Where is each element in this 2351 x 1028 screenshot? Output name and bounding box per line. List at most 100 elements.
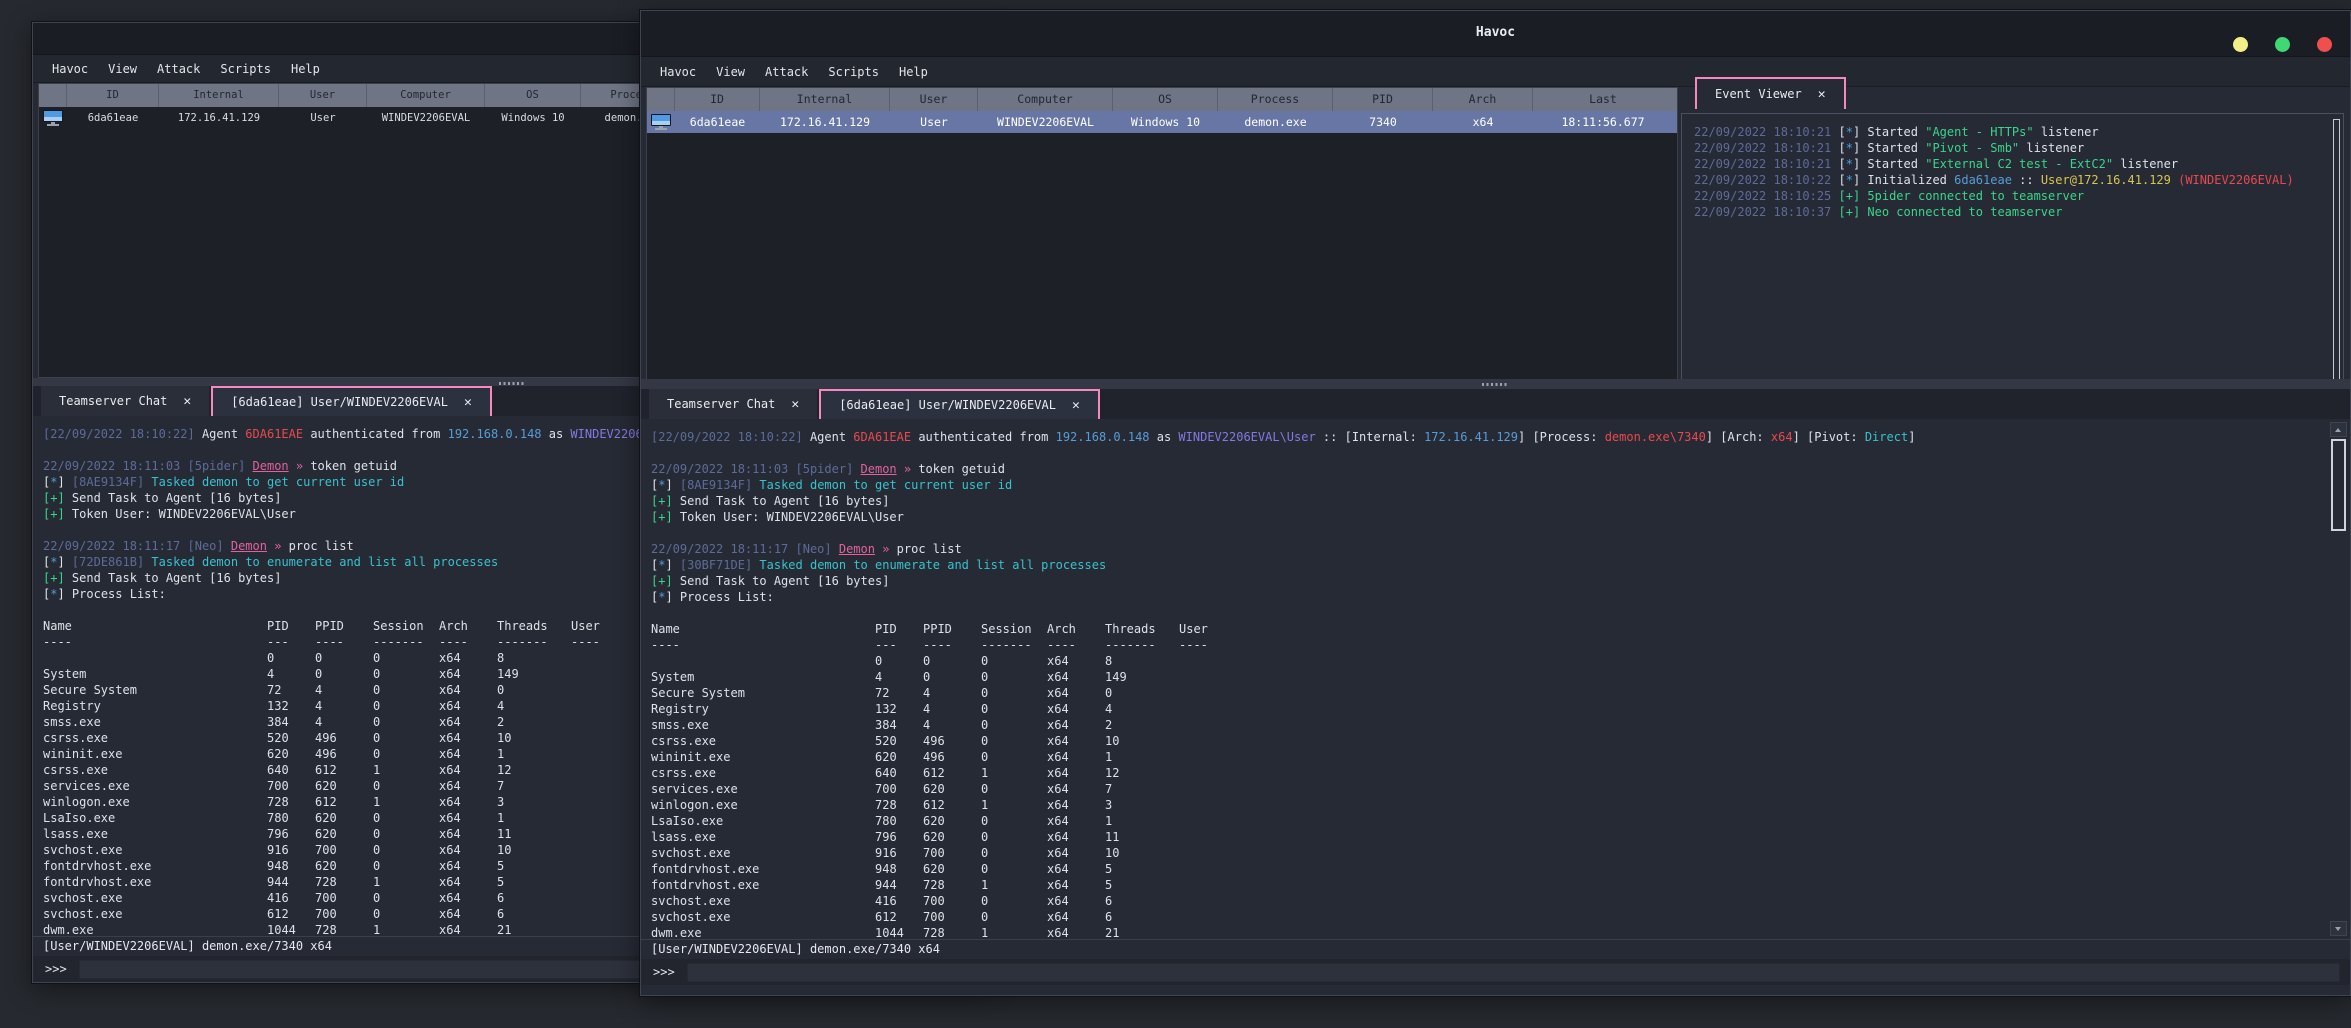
menu-help[interactable]: Help [890,62,937,82]
menu-view[interactable]: View [707,62,754,82]
agent-cell: 172.16.41.129 [779,115,870,129]
menu-scripts[interactable]: Scripts [819,62,888,82]
log-line: [*] Process List: [651,590,774,604]
column-header-pid[interactable]: PID [1333,88,1433,111]
column-header-arch[interactable]: Arch [1433,88,1533,111]
column-header-os[interactable]: OS [485,84,581,107]
close-window-button[interactable] [2317,37,2332,52]
agents-table-header: IDInternalUserComputerOSProcessPIDArchLa… [647,88,1677,111]
prompt-label: >>> [653,965,675,979]
column-header-user[interactable]: User [890,88,978,111]
column-header-internal[interactable]: Internal [159,84,279,107]
log-line: 22/09/2022 18:11:03 [5pider] Demon » tok… [651,462,1006,476]
splitter-handle[interactable] [641,379,2350,389]
agent-cell: WINDEV2206EVAL [997,115,1094,129]
maximize-button[interactable] [2275,37,2290,52]
close-icon[interactable]: ✕ [791,397,799,412]
process-row: fontdrvhost.exe 944 728 1 x64 5 [651,878,1113,892]
menu-attack[interactable]: Attack [148,59,209,79]
window-title: Havoc [1475,25,1516,40]
agent-cell: Windows 10 [1130,115,1201,129]
process-row: Secure System 72 4 0 x64 0 [651,686,1113,700]
process-row: svchost.exe 416 700 0 x64 6 [651,894,1113,908]
menu-scripts[interactable]: Scripts [211,59,280,79]
agent-cell: 6da61eae [689,115,746,129]
tab-label: [6da61eae] User/WINDEV2206EVAL [231,395,448,409]
log-line: [*] [8AE9134F] Tasked demon to get curre… [651,478,1013,492]
log-line: 22/09/2022 18:11:17 [Neo] Demon » proc l… [651,542,962,556]
process-row: dwm.exe 1044 728 1 x64 21 [651,926,1120,939]
tab-label: Teamserver Chat [59,394,168,408]
scroll-down-icon[interactable] [2330,921,2347,936]
process-list: Name PID PPID Session Arch Threads User ---- ---… [651,621,2350,939]
process-row: fontdrvhost.exe 948 620 0 x64 5 [651,862,1113,876]
column-header-internal[interactable]: Internal [760,88,890,111]
column-header-computer[interactable]: Computer [367,84,485,107]
command-input[interactable] [686,962,2340,982]
process-row: svchost.exe 612 700 0 x64 6 [651,910,1113,924]
column-header-computer[interactable]: Computer [978,88,1113,111]
column-header-last[interactable]: Last [1533,88,1673,111]
terminal-scrollbar[interactable] [2330,422,2347,936]
agent-cell: 172.16.41.129 [177,112,261,124]
log-line: 22/09/2022 18:10:25 [+] 5pider connected… [1694,189,2085,203]
process-row: Registry 132 4 0 x64 4 [651,702,1113,716]
log-line: 22/09/2022 18:10:37 [+] Neo connected to… [1694,205,2063,219]
agent-cell: x64 [1472,115,1494,129]
menu-help[interactable]: Help [282,59,329,79]
log-line: [*] [30BF71DE] Tasked demon to enumerate… [651,558,1107,572]
demon-terminal: [22/09/2022 18:10:22] Agent 6DA61EAE aut… [641,419,2350,939]
process-row: 0 0 0 x64 8 [875,654,1113,668]
prompt-row: >>> [641,959,2350,985]
column-header-id[interactable]: ID [67,84,159,107]
process-row: smss.exe 384 4 0 x64 2 [651,718,1113,732]
log-line: [+] Send Task to Agent [16 bytes] [651,494,890,508]
column-header-user[interactable]: User [279,84,367,107]
menu-havoc[interactable]: Havoc [651,62,705,82]
column-header-id[interactable]: ID [675,88,760,111]
tab[interactable]: Teamserver Chat ✕ [41,386,210,416]
scrollbar-thumb[interactable] [2331,439,2346,531]
titlebar[interactable]: Havoc [641,11,2350,57]
agent-cell: demon.exe [1244,115,1307,129]
tab-event-viewer[interactable]: Event Viewer ✕ [1695,77,1846,109]
prompt-label: >>> [45,962,67,976]
tab[interactable]: [6da61eae] User/WINDEV2206EVAL ✕ [211,386,492,416]
tab-bar: Teamserver Chat ✕ [6da61eae] User/WINDEV22… [641,389,2350,419]
close-icon[interactable]: ✕ [183,394,191,409]
menu-havoc[interactable]: Havoc [43,59,97,79]
agent-cell: 18:11:56.677 [1561,115,1645,129]
icon-column-header [647,88,675,111]
column-header-process[interactable]: Process [1218,88,1333,111]
menu-attack[interactable]: Attack [756,62,817,82]
column-header-os[interactable]: OS [1113,88,1218,111]
process-row: Name PID PPID Session Arch Threads User [651,622,1208,636]
close-icon[interactable]: ✕ [464,395,472,410]
menu-view[interactable]: View [99,59,146,79]
event-viewer: Event Viewer ✕ 22/09/2022 18:10:21 [*] S… [1681,77,2344,389]
minimize-button[interactable] [2233,37,2248,52]
log-line: 22/09/2022 18:10:21 [*] Started "Agent -… [1694,125,2099,139]
log-line: [+] Token User: WINDEV2206EVAL\User [651,510,904,524]
log-line: 22/09/2022 18:10:21 [*] Started "Pivot -… [1694,141,2085,155]
log-line: [22/09/2022 18:10:22] Agent 6DA61EAE aut… [651,430,1916,444]
scroll-up-icon[interactable] [2330,422,2347,437]
process-row: lsass.exe 796 620 0 x64 11 [651,830,1120,844]
tab[interactable]: [6da61eae] User/WINDEV2206EVAL ✕ [819,389,1100,419]
agents-table: IDInternalUserComputerOSProcessPIDArchLa… [646,87,1678,383]
agent-cell: Windows 10 [501,112,565,124]
computer-icon [43,110,63,126]
agent-cell: 6da61eae [87,112,139,124]
havoc-window-front[interactable]: Havoc Havoc View Attack Scripts Help ID Inter… [640,10,2351,996]
process-row: ---- --- ---- ------- ---- ------- ---- [651,638,1208,652]
event-log-panel: 22/09/2022 18:10:21 [*] Started "Agent -… [1681,113,2344,389]
process-row: svchost.exe 916 700 0 x64 10 [651,846,1120,860]
tab[interactable]: Teamserver Chat ✕ [649,389,818,419]
close-icon[interactable]: ✕ [1072,398,1080,413]
agent-row-selected[interactable]: 6da61eae 172.16.41.129 User WINDEV2206EVAL W… [647,111,1677,133]
close-icon[interactable]: ✕ [1818,87,1826,102]
tab-label: Teamserver Chat [667,397,776,411]
event-scrollbar[interactable] [2333,119,2340,383]
